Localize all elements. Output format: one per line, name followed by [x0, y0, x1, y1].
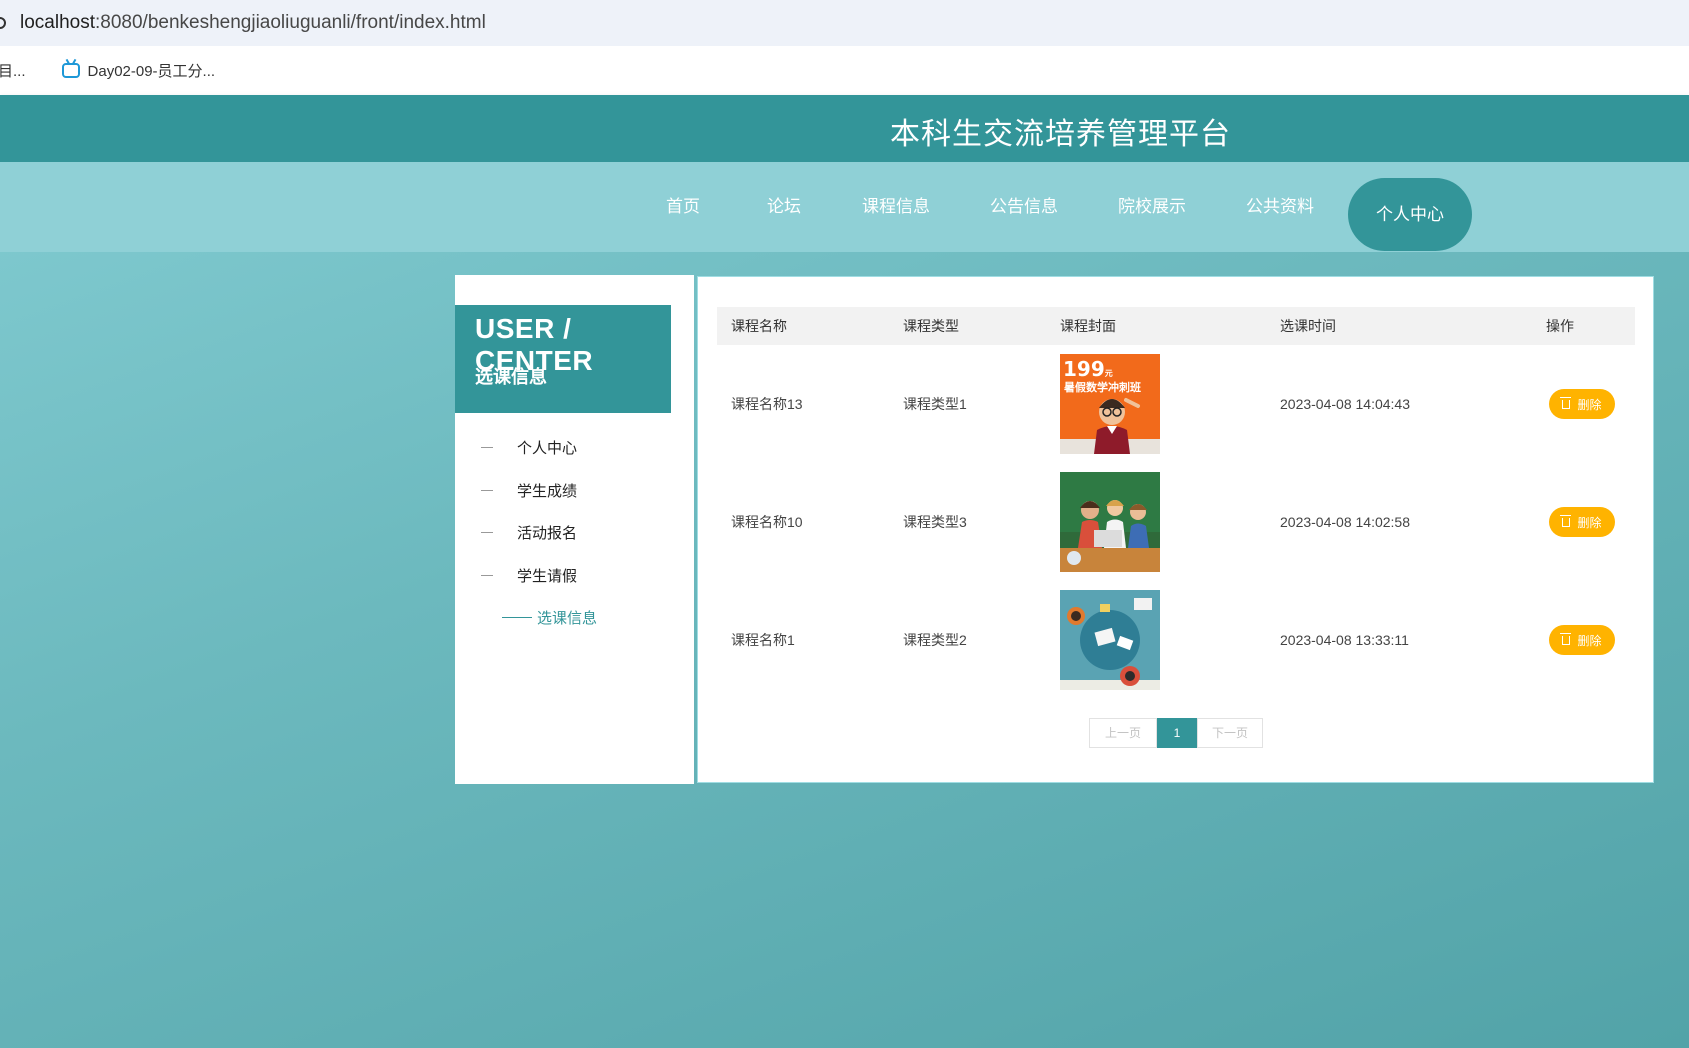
bookmark-label: Day02-09-员工分... [87, 63, 216, 80]
site-header: 本科生交流培养管理平台 [0, 95, 1689, 162]
dash-icon [502, 616, 532, 618]
bookmark-truncated[interactable]: 目... [0, 60, 26, 81]
col-header-cover: 课程封面 [1060, 318, 1116, 334]
course-name: 课程名称1 [731, 632, 795, 648]
trash-icon [1560, 514, 1572, 527]
delete-button[interactable]: 删除 [1549, 507, 1615, 537]
user-center-banner: USER / CENTER 选课信息 [455, 305, 671, 413]
nav-forum[interactable]: 论坛 [767, 162, 801, 252]
menu-item-label: 选课信息 [537, 609, 598, 627]
col-header-action: 操作 [1546, 318, 1574, 334]
course-cover-image [1060, 472, 1160, 572]
nav-public-materials[interactable]: 公共资料 [1246, 162, 1314, 252]
menu-item-leave[interactable]: 学生请假 [481, 563, 577, 587]
selection-time: 2023-04-08 14:04:43 [1280, 396, 1410, 412]
dash-icon [481, 531, 493, 533]
col-header-time: 选课时间 [1280, 318, 1336, 334]
nav-home[interactable]: 首页 [666, 162, 700, 252]
dash-icon [481, 446, 493, 448]
course-cover-image: 199元 暑假数学冲刺班 [1060, 354, 1160, 454]
user-center-sidebar: USER / CENTER 选课信息 个人中心 学生成绩 活动报名 学生请假 选… [455, 275, 694, 784]
browser-address-bar[interactable]: localhost:8080/benkeshengjiaoliuguanli/f… [0, 0, 1689, 46]
selection-time: 2023-04-08 14:02:58 [1280, 514, 1410, 530]
col-header-name: 课程名称 [731, 318, 787, 334]
menu-item-profile[interactable]: 个人中心 [481, 435, 577, 459]
poster-title-text: 暑假数学冲刺班 [1064, 380, 1141, 394]
menu-item-activity-signup[interactable]: 活动报名 [481, 520, 577, 544]
delete-label: 删除 [1577, 515, 1602, 530]
col-header-type: 课程类型 [903, 318, 959, 334]
next-page-button[interactable]: 下一页 [1197, 718, 1263, 748]
pagination: 上一页 1 下一页 [1089, 718, 1263, 748]
menu-item-label: 活动报名 [517, 524, 578, 542]
delete-button[interactable]: 删除 [1549, 625, 1615, 655]
prev-page-button[interactable]: 上一页 [1089, 718, 1157, 748]
menu-item-label: 学生成绩 [517, 482, 578, 500]
course-name: 课程名称13 [731, 396, 803, 412]
bilibili-tv-icon [61, 63, 80, 78]
menu-item-label: 学生请假 [517, 567, 578, 585]
bookmarks-bar: 目... Day02-09-员工分... [0, 46, 1689, 95]
table-row: 课程名称13 课程类型1 199元 暑假数学冲刺班 2023-04-08 14:… [717, 354, 1635, 472]
site-info-icon[interactable] [0, 17, 6, 29]
menu-item-course-selection[interactable]: 选课信息 [502, 605, 597, 629]
url-text[interactable]: localhost:8080/benkeshengjiaoliuguanli/f… [20, 12, 486, 34]
course-cover-image [1060, 590, 1160, 690]
main-nav: 首页 论坛 课程信息 公告信息 院校展示 公共资料 个人中心 [0, 162, 1689, 252]
trash-icon [1560, 632, 1572, 645]
table-header: 课程名称 课程类型 课程封面 选课时间 操作 [717, 307, 1635, 345]
dash-icon [481, 574, 493, 576]
selection-time: 2023-04-08 13:33:11 [1280, 632, 1409, 648]
dash-icon [481, 489, 493, 491]
course-type: 课程类型3 [903, 514, 967, 530]
table-row: 课程名称1 课程类型2 2023-04-08 13:33:11 删除 [717, 590, 1635, 708]
course-name: 课程名称10 [731, 514, 803, 530]
bookmark-item[interactable]: Day02-09-员工分... [61, 60, 216, 81]
course-type: 课程类型2 [903, 632, 967, 648]
menu-item-grades[interactable]: 学生成绩 [481, 478, 577, 502]
page-1-button[interactable]: 1 [1157, 718, 1197, 748]
delete-label: 删除 [1577, 397, 1602, 412]
menu-item-label: 个人中心 [517, 439, 578, 457]
nav-schools[interactable]: 院校展示 [1118, 162, 1186, 252]
table-row: 课程名称10 课程类型3 2023-04-08 14:02:58 删除 [717, 472, 1635, 590]
delete-button[interactable]: 删除 [1549, 389, 1615, 419]
delete-label: 删除 [1577, 633, 1602, 648]
course-type: 课程类型1 [903, 396, 967, 412]
user-center-subtitle: 选课信息 [475, 367, 547, 387]
nav-notices[interactable]: 公告信息 [990, 162, 1058, 252]
trash-icon [1560, 396, 1572, 409]
site-title: 本科生交流培养管理平台 [890, 118, 1231, 151]
nav-courses[interactable]: 课程信息 [862, 162, 930, 252]
course-selection-panel: 课程名称 课程类型 课程封面 选课时间 操作 课程名称13 课程类型1 199元… [697, 276, 1654, 783]
nav-user-center[interactable]: 个人中心 [1348, 178, 1472, 251]
